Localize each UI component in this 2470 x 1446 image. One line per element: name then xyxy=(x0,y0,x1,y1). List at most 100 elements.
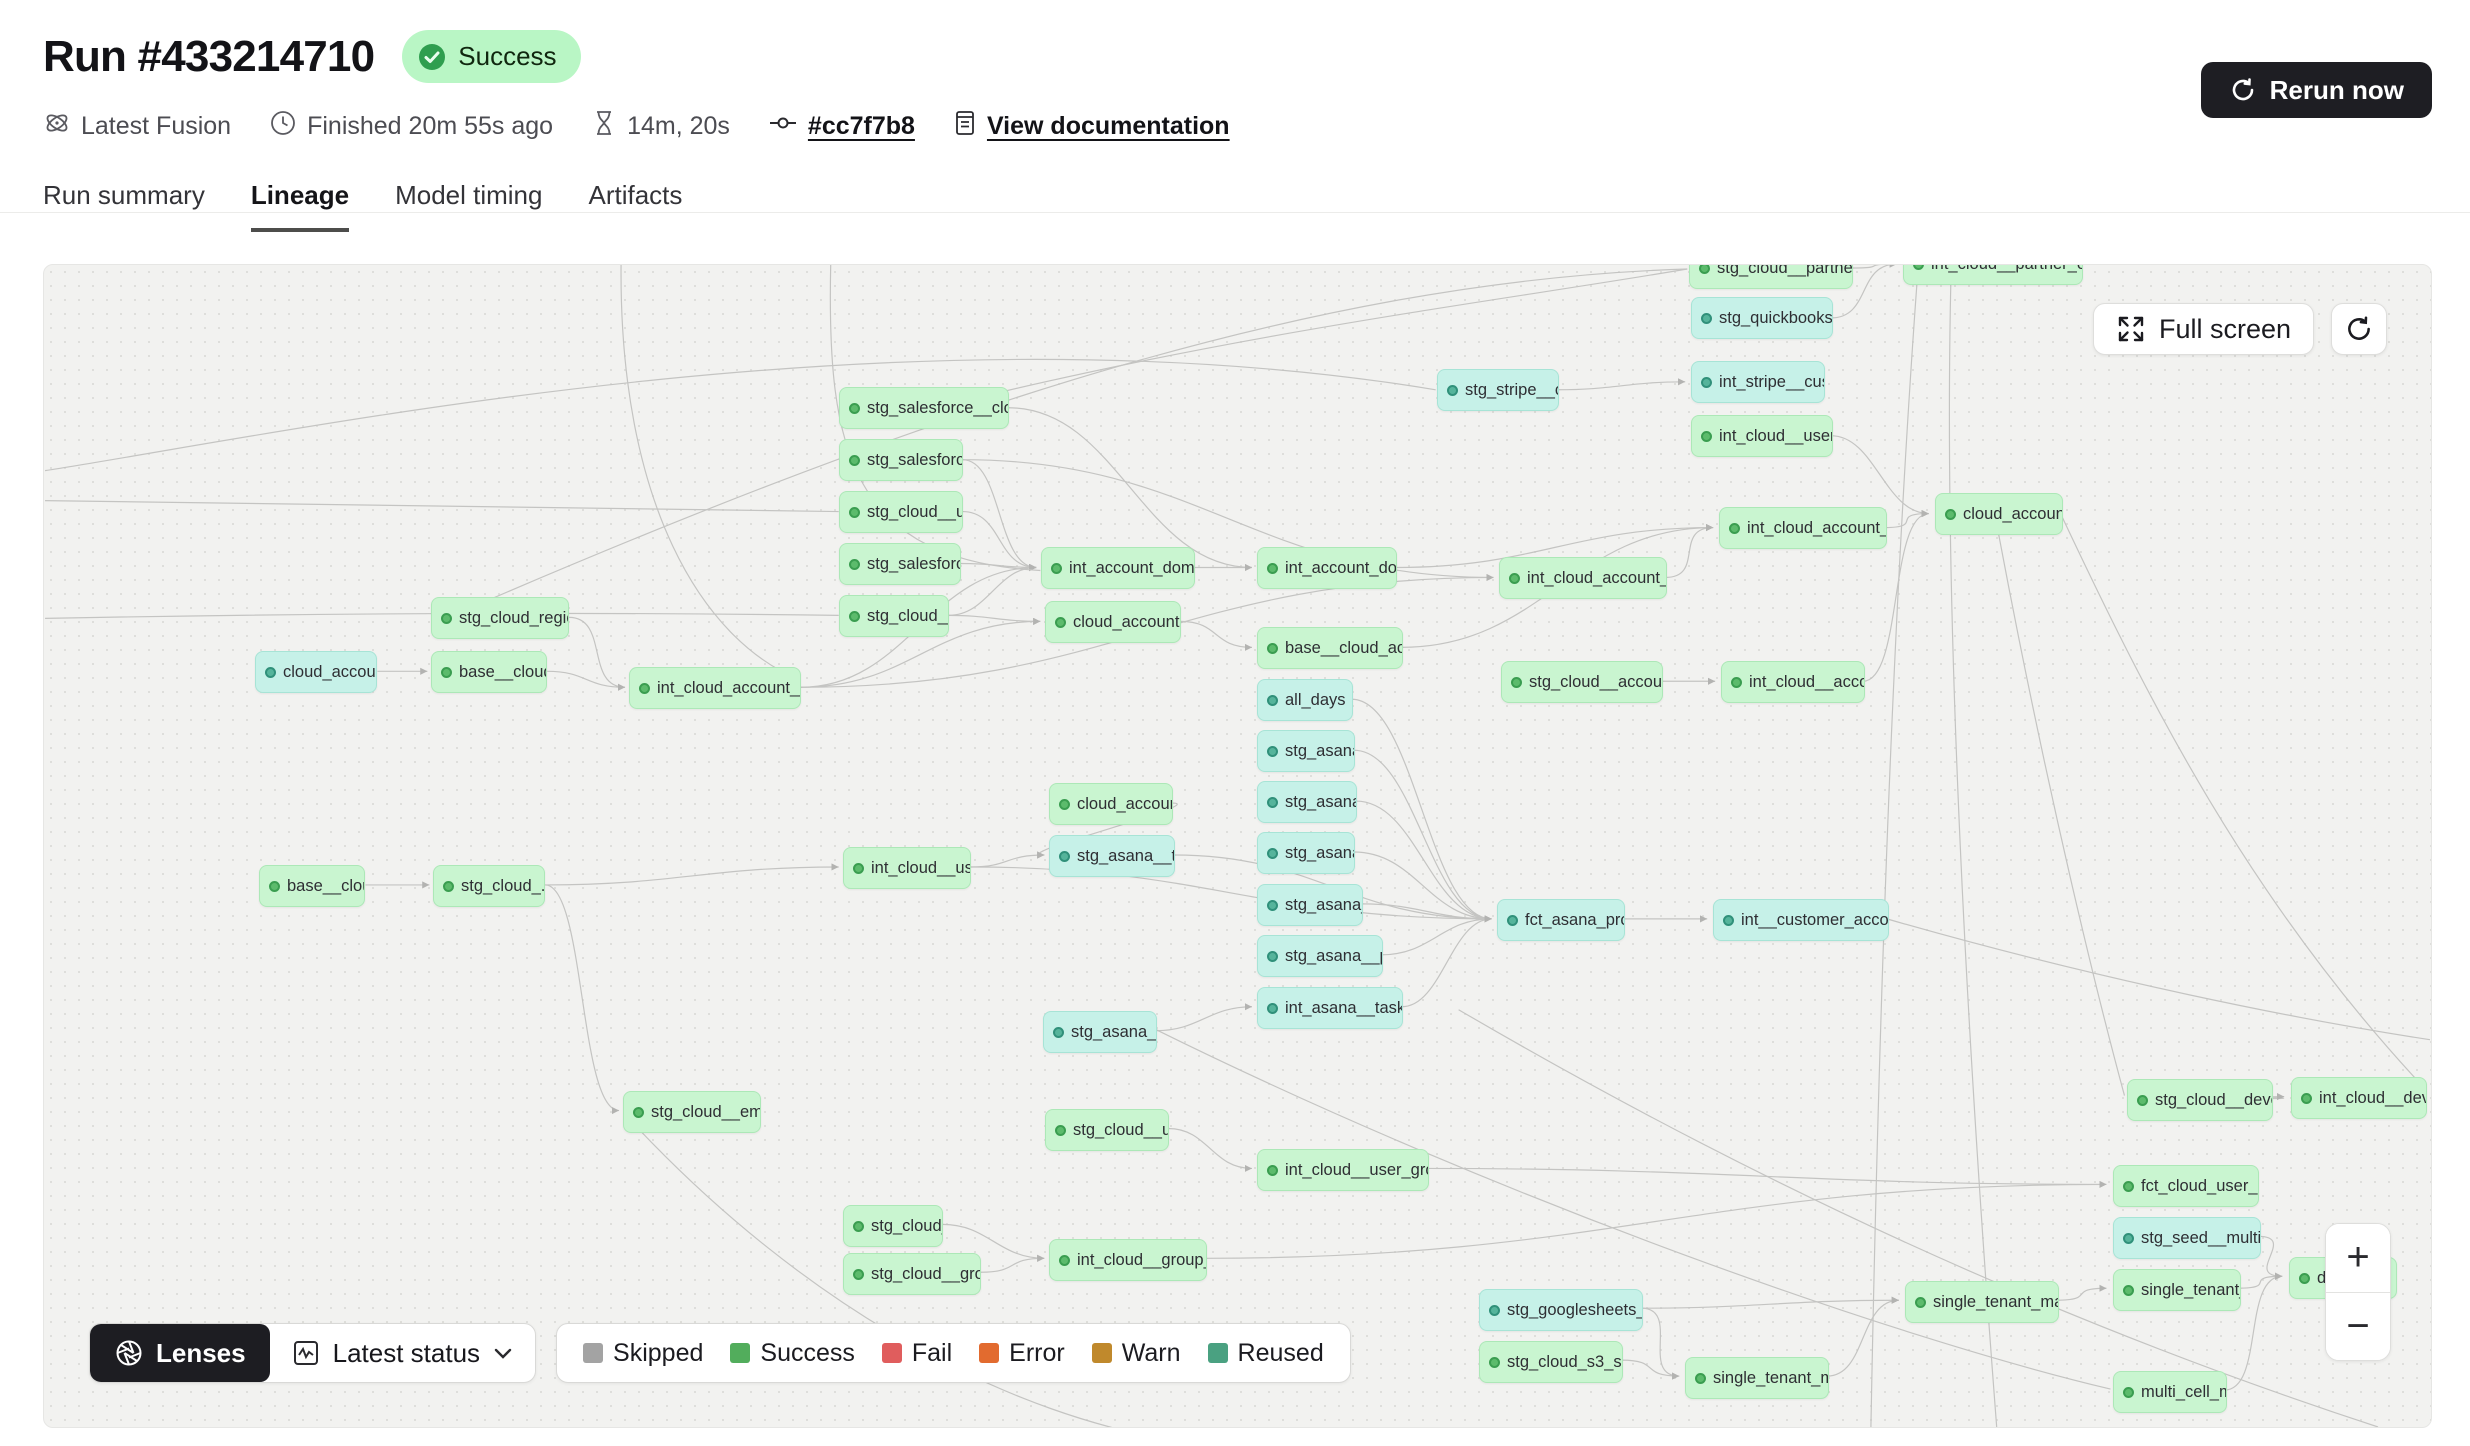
legend-swatch xyxy=(583,1343,603,1363)
lineage-node[interactable]: stg_seed__multireg... xyxy=(2113,1217,2261,1259)
refresh-icon xyxy=(2344,314,2374,344)
rerun-now-label: Rerun now xyxy=(2270,75,2404,106)
legend-swatch xyxy=(979,1343,999,1363)
lineage-node[interactable]: int_cloud_account__m... xyxy=(629,667,801,709)
lineage-node[interactable]: int_account_dom... xyxy=(1257,547,1397,589)
lineage-node[interactable]: int_cloud__partner_con... xyxy=(1903,264,2083,285)
lineage-node[interactable]: single_tenant_... xyxy=(2113,1269,2241,1311)
lineage-node[interactable]: stg_cloud_region... xyxy=(431,597,569,639)
lenses-button[interactable]: Lenses xyxy=(90,1324,270,1382)
lineage-canvas[interactable]: cloud_account... stg_cloud_region... bas… xyxy=(43,264,2432,1428)
zoom-in-button[interactable]: + xyxy=(2326,1224,2390,1292)
lineage-node[interactable]: stg_cloud__accounts... xyxy=(1501,661,1663,703)
lineage-node[interactable]: int_cloud__user_ac... xyxy=(1691,415,1833,457)
lineage-node[interactable]: fct_cloud_user_acc... xyxy=(2113,1165,2259,1207)
lineage-node[interactable]: stg_cloud__devel... xyxy=(2127,1079,2273,1121)
legend-item-fail: Fail xyxy=(882,1339,952,1368)
hourglass-icon xyxy=(591,109,617,144)
lineage-node[interactable]: stg_quickbooks__a... xyxy=(1691,297,1833,339)
node-status-dot xyxy=(1447,385,1458,396)
lineage-node[interactable]: int_cloud__accoun... xyxy=(1721,661,1865,703)
legend-item-error: Error xyxy=(979,1339,1065,1368)
lineage-node[interactable]: stg_asana... xyxy=(1257,832,1355,874)
meta-commit-link[interactable]: #cc7f7b8 xyxy=(768,109,915,144)
tab-lineage[interactable]: Lineage xyxy=(251,180,349,232)
legend-swatch xyxy=(730,1343,750,1363)
lineage-node[interactable]: stg_asana__... xyxy=(1257,884,1363,926)
zoom-out-button[interactable]: − xyxy=(2326,1293,2390,1361)
lineage-node[interactable]: int_stripe__custo... xyxy=(1691,361,1825,403)
lineage-node[interactable]: stg_salesforce_... xyxy=(839,439,963,481)
meta-hourglass-item: 14m, 20s xyxy=(591,109,730,144)
page-title: Run #433214710 xyxy=(43,32,374,82)
lineage-node[interactable]: int_cloud__devel... xyxy=(2291,1077,2427,1119)
node-status-dot xyxy=(853,1221,864,1232)
lineage-node[interactable]: stg_asana__tas... xyxy=(1049,835,1175,877)
lineage-node[interactable]: cloud_account... xyxy=(1935,493,2063,535)
lineage-node[interactable]: stg_salesforce__cloud_... xyxy=(839,387,1009,429)
node-status-dot xyxy=(1731,677,1742,688)
lineage-node[interactable]: stg_asana... xyxy=(1257,730,1355,772)
lineage-node[interactable]: single_tenant_mapp... xyxy=(1905,1281,2059,1323)
lineage-node[interactable]: int_account_domain... xyxy=(1041,547,1195,589)
node-status-dot xyxy=(849,403,860,414)
node-status-dot xyxy=(2123,1387,2134,1398)
lineage-node[interactable]: fct_asana_proj... xyxy=(1497,899,1625,941)
lineage-node[interactable]: stg_cloud__partner_c... xyxy=(1689,264,1853,289)
lineage-node[interactable]: base__cloud_... xyxy=(431,651,547,693)
lineage-node[interactable]: base__clou... xyxy=(259,865,365,907)
canvas-refresh-button[interactable] xyxy=(2331,303,2387,355)
meta-document-link[interactable]: View documentation xyxy=(953,109,1230,144)
tab-artifacts[interactable]: Artifacts xyxy=(588,180,682,232)
rerun-now-button[interactable]: Rerun now xyxy=(2201,62,2432,118)
lens-select[interactable]: Latest status xyxy=(270,1324,535,1382)
lineage-node[interactable]: stg_cloud__group... xyxy=(843,1253,981,1295)
lineage-node[interactable]: stg_asana_... xyxy=(1257,781,1357,823)
lineage-node[interactable]: int_cloud__us... xyxy=(843,847,971,889)
lineage-node[interactable]: single_tenant_map... xyxy=(1685,1357,1829,1399)
node-status-dot xyxy=(2301,1093,2312,1104)
lineage-node[interactable]: all_days xyxy=(1257,679,1353,721)
canvas-bottom-bar: Lenses Latest status Skipped Success Fai… xyxy=(89,1323,1351,1383)
lineage-node[interactable]: stg_salesforce... xyxy=(839,543,961,585)
tab-run-summary[interactable]: Run summary xyxy=(43,180,205,232)
node-status-dot xyxy=(2123,1233,2134,1244)
rerun-refresh-icon xyxy=(2229,76,2257,104)
lineage-node[interactable]: int_cloud_account_ma... xyxy=(1719,507,1887,549)
node-status-dot xyxy=(639,683,650,694)
lineage-node[interactable]: stg_asana__pr... xyxy=(1257,935,1383,977)
node-status-dot xyxy=(1489,1357,1500,1368)
lineage-node[interactable]: multi_cell_m... xyxy=(2113,1371,2227,1413)
node-status-dot xyxy=(1267,1003,1278,1014)
lineage-node[interactable]: stg_cloud__us... xyxy=(839,491,963,533)
lineage-node[interactable]: int_cloud__user_group... xyxy=(1257,1149,1429,1191)
tab-model-timing[interactable]: Model timing xyxy=(395,180,542,232)
fullscreen-label: Full screen xyxy=(2159,314,2291,345)
lineage-node[interactable]: int__customer_account... xyxy=(1713,899,1889,941)
lineage-node[interactable]: stg_cloud_s3_singl... xyxy=(1479,1341,1623,1383)
status-legend: Skipped Success Fail Error Warn Reused xyxy=(556,1323,1351,1383)
lineage-node[interactable]: stg_cloud_... xyxy=(433,865,545,907)
lineage-node[interactable]: int_asana__task_s... xyxy=(1257,987,1403,1029)
lineage-node[interactable]: stg_cloud__... xyxy=(839,595,949,637)
lineage-node[interactable]: stg_googlesheets__sin... xyxy=(1479,1289,1643,1331)
lineage-node[interactable]: stg_cloud__us... xyxy=(1045,1109,1169,1151)
lineage-node[interactable]: cloud_account... xyxy=(1049,783,1173,825)
lineage-node[interactable]: stg_cloud__email... xyxy=(623,1091,761,1133)
lineage-node[interactable]: stg_asana__... xyxy=(1043,1011,1157,1053)
lineage-node[interactable]: stg_stripe__c... xyxy=(1437,369,1559,411)
lineage-node[interactable]: int_cloud_account_ma... xyxy=(1499,557,1667,599)
node-status-dot xyxy=(2137,1095,2148,1106)
node-status-dot xyxy=(1267,1165,1278,1176)
lineage-node[interactable]: stg_cloud_... xyxy=(843,1205,943,1247)
node-status-dot xyxy=(441,667,452,678)
node-status-dot xyxy=(1055,1125,1066,1136)
node-status-dot xyxy=(2123,1285,2134,1296)
node-status-dot xyxy=(853,863,864,874)
node-status-dot xyxy=(1059,799,1070,810)
lineage-node[interactable]: base__cloud_acco... xyxy=(1257,627,1403,669)
lineage-node[interactable]: cloud_account... xyxy=(255,651,377,693)
lineage-node[interactable]: cloud_accounts_... xyxy=(1045,601,1181,643)
fullscreen-button[interactable]: Full screen xyxy=(2093,303,2314,355)
lineage-node[interactable]: int_cloud__group_per... xyxy=(1049,1239,1207,1281)
